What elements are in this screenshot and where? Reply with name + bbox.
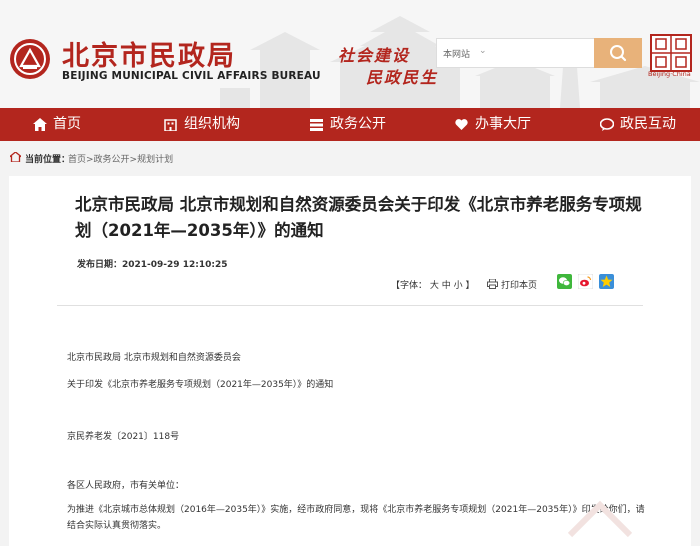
seal-caption: Beijing·China: [648, 70, 691, 78]
publish-date: 发布日期：2021-09-29 12:10:25: [77, 260, 228, 270]
civil-affairs-emblem-icon: [10, 39, 50, 79]
font-size-selector[interactable]: 【字体： 大 中 小 】: [391, 278, 474, 291]
site-name-en: BEIJING MUNICIPAL CIVIL AFFAIRS BUREAU: [62, 70, 321, 82]
search-button[interactable]: [594, 38, 642, 68]
nav-item-label: 政务公开: [330, 116, 386, 132]
slogan-line2: 民政民生: [366, 68, 439, 87]
article-title: 北京市民政局 北京市规划和自然资源委员会关于印发《北京市养老服务专项规划（202…: [75, 195, 642, 240]
article-paragraph: 北京市民政局 北京市规划和自然资源委员会: [67, 353, 241, 363]
site-name-cn[interactable]: 北京市民政局: [62, 34, 236, 73]
watermark-logo-icon: [567, 500, 633, 538]
article-divider: [57, 305, 643, 306]
list-icon: [310, 119, 323, 131]
article-paragraph: 京民养老发〔2021〕118号: [67, 432, 180, 442]
breadcrumb-path[interactable]: 首页>政务公开>规划计划: [68, 152, 173, 165]
article-paragraph: 关于印发《北京市养老服务专项规划（2021年—2035年）》的通知: [67, 380, 334, 390]
heart-icon: [455, 119, 468, 130]
breadcrumb-label: 当前位置：: [25, 155, 71, 165]
nav-item-label: 办事大厅: [475, 116, 531, 132]
nav-item-label: 首页: [53, 116, 81, 132]
chevron-down-icon: ⌄: [479, 46, 487, 56]
article-paragraph: 各区人民政府，市有关单位：: [67, 481, 185, 491]
wechat-share-icon[interactable]: [557, 274, 572, 289]
slogan-line1: 社会建设: [338, 46, 411, 65]
main-nav: 首页 组织机构 政务公开 办事大厅 政民互动: [0, 108, 700, 141]
home-icon: [33, 118, 47, 131]
building-icon: [164, 119, 177, 131]
chat-icon: [600, 118, 614, 131]
qzone-share-icon[interactable]: [599, 274, 614, 289]
search-icon: [610, 45, 627, 62]
search-scope-select[interactable]: 本网站: [443, 47, 470, 60]
nav-item-label: 政民互动: [620, 116, 676, 132]
nav-item-label: 组织机构: [184, 116, 240, 132]
print-label: 打印本页: [501, 281, 538, 291]
weibo-share-icon[interactable]: [578, 274, 593, 289]
printer-icon: [487, 279, 498, 289]
home-icon: [10, 152, 21, 162]
article-card: 北京市民政局 北京市规划和自然资源委员会关于印发《北京市养老服务专项规划（202…: [9, 176, 691, 546]
site-header: 北京市民政局 BEIJING MUNICIPAL CIVIL AFFAIRS B…: [0, 0, 700, 108]
